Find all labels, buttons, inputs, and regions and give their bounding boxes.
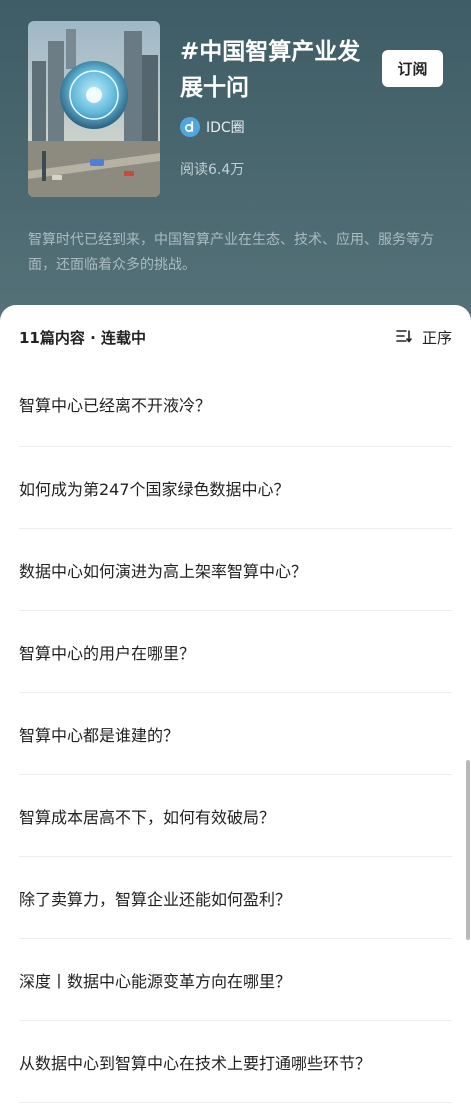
article-item[interactable]: 智算中心都是谁建的？ [19,693,452,775]
sort-label: 正序 [421,329,452,347]
list-header: 11篇内容 · 连载中 正序 [19,327,452,348]
collection-description: 智算时代已经到来，中国智算产业在生态、技术、应用、服务等方面，还面临着众多的挑战… [28,232,434,273]
sort-toggle[interactable]: 正序 [396,327,452,348]
article-item[interactable]: 如何成为第247个国家绿色数据中心？ [19,447,452,529]
article-item[interactable]: 智算成本居高不下，如何有效破局？ [19,775,452,857]
scrollbar[interactable] [466,760,470,940]
article-item[interactable]: 除了卖算力，智算企业还能如何盈利？ [19,857,452,939]
author-logo-icon [180,117,200,137]
article-count: 11篇内容 · 连载中 [19,329,147,347]
collection-title: #中国智算产业发展十问 [180,39,361,101]
collection-header: #中国智算产业发展十问 订阅 IDC圈 阅读6.4万 智算时代已经到来，中国智算… [0,0,471,330]
article-item[interactable]: 数据中心如何演进为高上架率智算中心？ [19,529,452,611]
author-row[interactable]: IDC圈 [180,117,245,137]
author-name: IDC圈 [206,120,245,136]
article-item[interactable]: 深度丨数据中心能源变革方向在哪里？ [19,939,452,1021]
sort-icon [396,329,412,347]
article-list-panel: 11篇内容 · 连载中 正序 智算中心已经离不开液冷？ 如何成为第247个国家绿… [0,305,471,1105]
article-item[interactable]: 智算中心的用户在哪里？ [19,611,452,693]
read-count: 阅读6.4万 [180,162,245,178]
cover-image [28,21,160,197]
subscribe-button[interactable]: 订阅 [382,50,443,87]
article-item[interactable]: 从数据中心到智算中心在技术上要打通哪些环节？ [19,1021,452,1103]
article-item[interactable]: 智算中心已经离不开液冷？ [19,361,452,447]
article-list: 智算中心已经离不开液冷？ 如何成为第247个国家绿色数据中心？ 数据中心如何演进… [19,361,452,1103]
